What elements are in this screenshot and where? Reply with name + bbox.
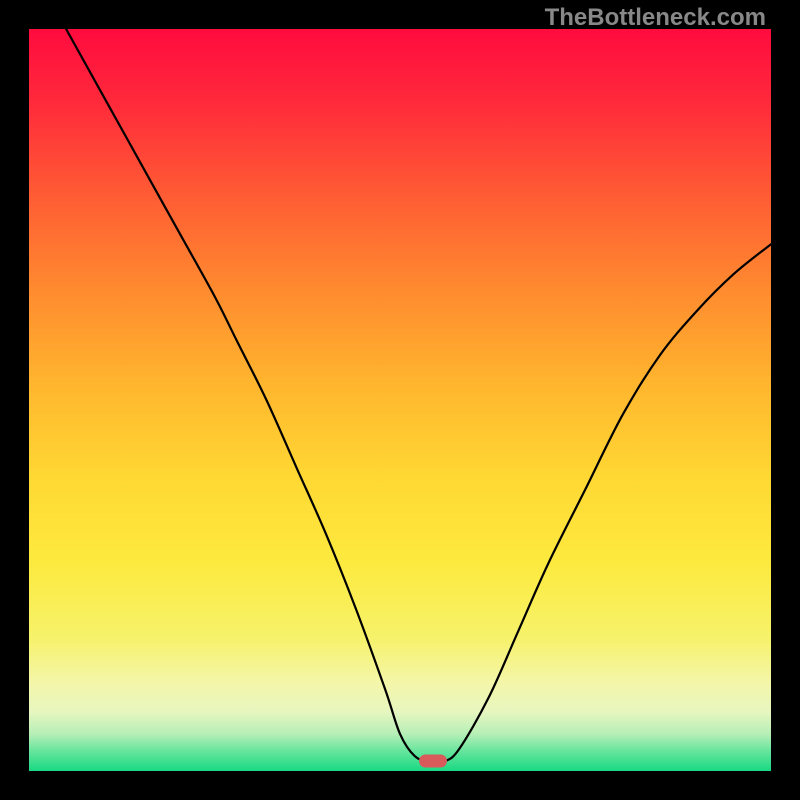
- minimum-marker: [419, 755, 447, 768]
- gradient-background: [29, 29, 771, 771]
- chart-frame: TheBottleneck.com: [0, 0, 800, 800]
- plot-area: [29, 29, 771, 771]
- watermark-text: TheBottleneck.com: [545, 4, 766, 32]
- chart-svg: [29, 29, 771, 771]
